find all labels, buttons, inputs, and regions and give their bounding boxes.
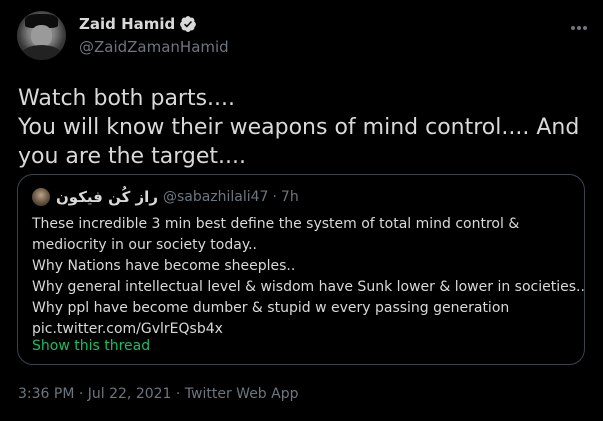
tweet-timestamp[interactable]: 3:36 PM · Jul 22, 2021 · Twitter Web App	[18, 386, 299, 402]
quoted-tweet[interactable]: راز کُن فیکون @sabazhilali47 · 7h These …	[17, 174, 585, 365]
quoted-tweet-header: راز کُن فیکون @sabazhilali47 · 7h	[32, 188, 299, 206]
quoted-line: These incredible 3 min best define the s…	[32, 216, 520, 253]
quoted-link[interactable]: pic.twitter.com/GvlrEQsb4x	[32, 319, 577, 340]
quoted-author-handle: @sabazhilali47	[162, 189, 269, 205]
more-options-icon[interactable]	[569, 18, 589, 38]
author-handle[interactable]: @ZaidZamanHamid	[79, 38, 229, 56]
tweet: Zaid Hamid @ZaidZamanHamid Watch both pa…	[0, 0, 603, 421]
quoted-time: 7h	[280, 189, 299, 205]
quoted-line: Why Nations have become sheeples..	[32, 258, 296, 274]
quoted-line: Why general intellectual level & wisdom …	[32, 279, 585, 295]
tweet-text: Watch both parts.... You will know their…	[18, 86, 580, 169]
verified-badge-icon	[179, 15, 197, 33]
quoted-line: Why ppl have become dumber & stupid w ev…	[32, 300, 510, 316]
quoted-author-name: راز کُن فیکون	[56, 188, 158, 206]
quoted-separator: ·	[272, 189, 277, 205]
author-name-row: Zaid Hamid	[79, 14, 197, 34]
quoted-tweet-body: These incredible 3 min best define the s…	[32, 214, 585, 340]
author-avatar[interactable]	[17, 11, 66, 60]
quoted-author-avatar	[32, 188, 50, 206]
author-display-name[interactable]: Zaid Hamid	[79, 15, 175, 33]
show-thread-link[interactable]: Show this thread	[32, 338, 150, 354]
